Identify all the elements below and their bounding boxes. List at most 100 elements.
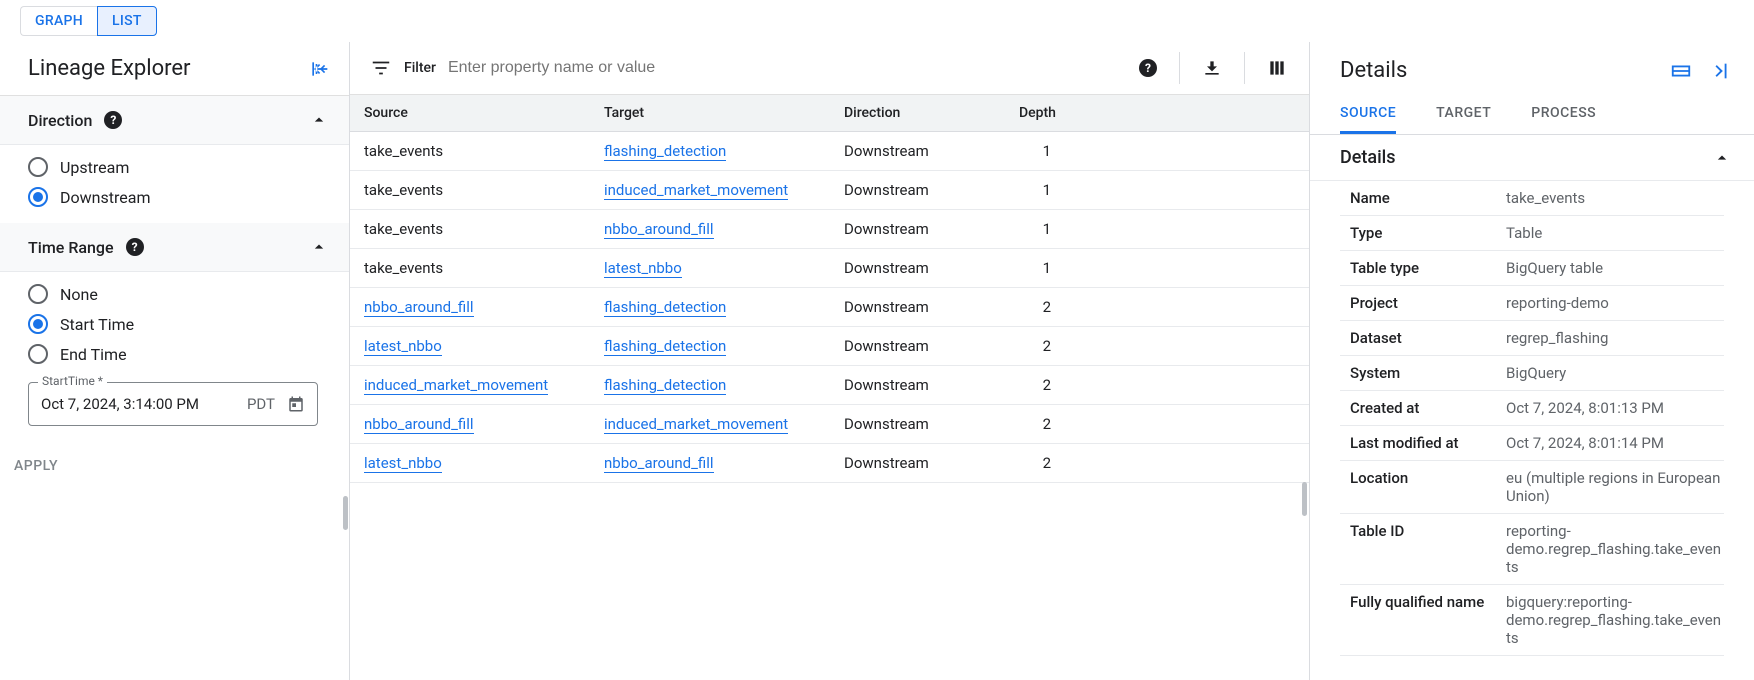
sidebar: Lineage Explorer Direction ? Upstream Do… (0, 42, 350, 680)
cell-source: latest_nbbo (350, 444, 590, 482)
tab-process[interactable]: PROCESS (1531, 95, 1596, 134)
tab-target[interactable]: TARGET (1436, 95, 1491, 134)
table-row[interactable]: latest_nbboflashing_detectionDownstream2 (350, 327, 1309, 366)
collapse-sidebar-icon[interactable] (309, 59, 329, 79)
source-link[interactable]: latest_nbbo (364, 454, 442, 473)
details-value: reporting-demo.regrep_flashing.take_even… (1506, 522, 1724, 576)
tab-list[interactable]: LIST (97, 6, 157, 36)
table-row[interactable]: take_events flashing_detection Downstream1 (350, 132, 1309, 171)
radio-downstream[interactable]: Downstream (28, 187, 321, 207)
download-icon[interactable] (1179, 52, 1244, 84)
details-value: take_events (1506, 189, 1585, 207)
table-row[interactable]: take_events nbbo_around_fill Downstream1 (350, 210, 1309, 249)
details-key: Location (1340, 469, 1506, 487)
table-row[interactable]: induced_market_movement flashing_detectio… (350, 366, 1309, 405)
collapse-details-icon[interactable] (1710, 60, 1732, 82)
radio-icon (28, 284, 48, 304)
filter-icon (370, 57, 392, 79)
tab-graph[interactable]: GRAPH (20, 6, 97, 36)
details-value: Oct 7, 2024, 8:01:14 PM (1506, 434, 1664, 452)
source-link[interactable]: induced_market_movement (364, 376, 548, 395)
source-link[interactable]: nbbo_around_fill (364, 298, 474, 317)
cell-depth: 1 (1005, 171, 1065, 209)
radio-upstream[interactable]: Upstream (28, 157, 321, 177)
view-tabs: GRAPH LIST (0, 0, 1754, 42)
cell-source: take_events (350, 210, 590, 248)
help-icon[interactable]: ? (1117, 53, 1179, 83)
start-time-field-label: StartTime * (38, 374, 107, 388)
target-link[interactable]: latest_nbbo (604, 259, 682, 278)
details-key: Name (1340, 189, 1506, 207)
filter-input[interactable] (448, 59, 1105, 77)
details-row: Projectreporting-demo (1340, 286, 1724, 321)
details-value: Oct 7, 2024, 8:01:13 PM (1506, 399, 1664, 417)
start-time-input[interactable]: Oct 7, 2024, 3:14:00 PM PDT (28, 382, 318, 426)
details-row: Table typeBigQuery table (1340, 251, 1724, 286)
start-time-value: Oct 7, 2024, 3:14:00 PM (41, 395, 199, 413)
chevron-up-icon (1712, 148, 1732, 168)
cell-direction: Downstream (830, 132, 1005, 170)
table-row[interactable]: nbbo_around_fillinduced_market_movementD… (350, 405, 1309, 444)
direction-section-header[interactable]: Direction ? (0, 96, 349, 145)
cell-target: flashing_detection (590, 132, 830, 170)
cell-depth: 1 (1005, 132, 1065, 170)
details-value: reporting-demo (1506, 294, 1609, 312)
col-direction[interactable]: Direction (830, 95, 1005, 131)
target-link[interactable]: induced_market_movement (604, 415, 788, 434)
scrollbar-thumb[interactable] (343, 496, 348, 530)
cell-direction: Downstream (830, 249, 1005, 287)
details-key: Fully qualified name (1340, 593, 1506, 611)
help-icon[interactable]: ? (104, 111, 122, 129)
target-link[interactable]: flashing_detection (604, 298, 726, 317)
details-row: Fully qualified namebigquery:reporting-d… (1340, 585, 1724, 656)
cell-source: take_events (350, 132, 590, 170)
cell-source: take_events (350, 249, 590, 287)
fullscreen-icon[interactable] (1670, 60, 1692, 82)
details-row: Nametake_events (1340, 181, 1724, 216)
cell-depth: 2 (1005, 288, 1065, 326)
tab-source[interactable]: SOURCE (1340, 95, 1396, 134)
cell-direction: Downstream (830, 210, 1005, 248)
radio-end-time[interactable]: End Time (28, 344, 321, 364)
radio-none-label: None (60, 285, 98, 304)
target-link[interactable]: nbbo_around_fill (604, 454, 714, 473)
radio-icon (28, 157, 48, 177)
source-link[interactable]: latest_nbbo (364, 337, 442, 356)
columns-icon[interactable] (1244, 52, 1309, 84)
cell-depth: 1 (1005, 249, 1065, 287)
table-row[interactable]: nbbo_around_fill flashing_detection Downst… (350, 288, 1309, 327)
radio-end-time-label: End Time (60, 345, 127, 364)
cell-target: induced_market_movement (590, 405, 830, 443)
target-link[interactable]: induced_market_movement (604, 181, 788, 200)
time-range-section-header[interactable]: Time Range ? (0, 223, 349, 272)
cell-target: induced_market_movement (590, 171, 830, 209)
cell-source: take_events (350, 171, 590, 209)
table-row[interactable]: take_eventsinduced_market_movementDownst… (350, 171, 1309, 210)
target-link[interactable]: flashing_detection (604, 376, 726, 395)
col-source[interactable]: Source (350, 95, 590, 131)
col-target[interactable]: Target (590, 95, 830, 131)
cell-depth: 2 (1005, 327, 1065, 365)
target-link[interactable]: nbbo_around_fill (604, 220, 714, 239)
target-link[interactable]: flashing_detection (604, 337, 726, 356)
apply-button[interactable]: APPLY (0, 442, 86, 478)
radio-start-time[interactable]: Start Time (28, 314, 321, 334)
details-row: SystemBigQuery (1340, 356, 1724, 391)
target-link[interactable]: flashing_detection (604, 142, 726, 161)
help-icon[interactable]: ? (126, 238, 144, 256)
cell-depth: 1 (1005, 210, 1065, 248)
table-row[interactable]: latest_nbbonbbo_around_fillDownstream2 (350, 444, 1309, 483)
scrollbar-thumb[interactable] (1302, 482, 1307, 516)
calendar-icon[interactable] (287, 395, 305, 413)
radio-none[interactable]: None (28, 284, 321, 304)
table-row[interactable]: take_events latest_nbbo Downstream1 (350, 249, 1309, 288)
cell-direction: Downstream (830, 288, 1005, 326)
cell-target: flashing_detection (590, 366, 830, 404)
direction-heading: Direction (28, 111, 92, 130)
details-value: BigQuery table (1506, 259, 1603, 277)
col-depth[interactable]: Depth (1005, 95, 1065, 131)
details-key: Table type (1340, 259, 1506, 277)
source-link[interactable]: nbbo_around_fill (364, 415, 474, 434)
details-section-header[interactable]: Details (1310, 135, 1754, 181)
cell-target: flashing_detection (590, 327, 830, 365)
